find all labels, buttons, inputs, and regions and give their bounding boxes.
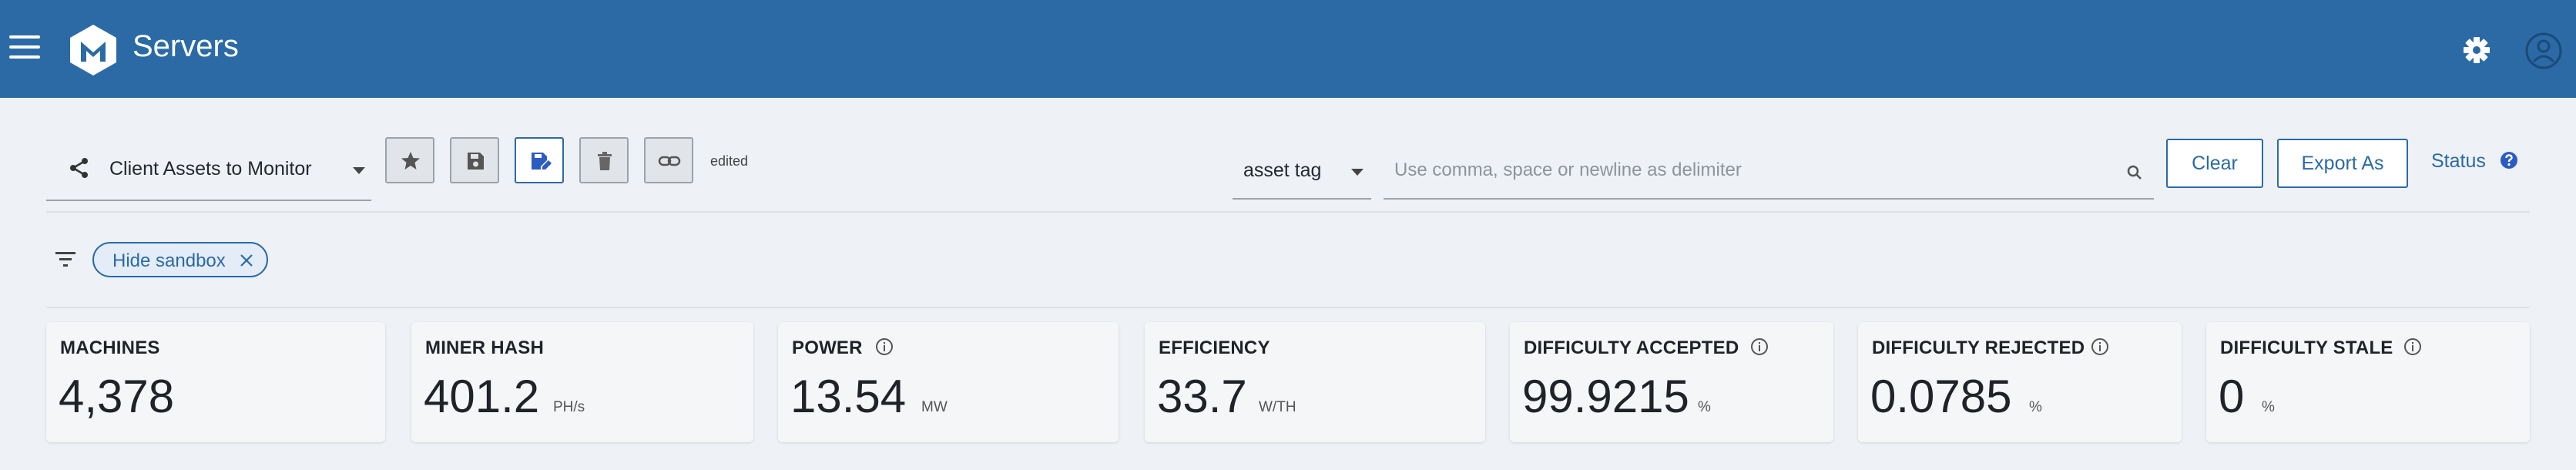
metric-value: 99.9215	[1522, 371, 1689, 422]
page-title: Servers	[132, 29, 239, 63]
info-icon[interactable]	[875, 337, 894, 356]
metric-title: EFFICIENCY	[1159, 337, 1270, 358]
link-icon	[658, 156, 681, 166]
metric-title: DIFFICULTY STALE	[2220, 337, 2393, 358]
metric-card-difficulty-accepted: DIFFICULTY ACCEPTED 99.9215 %	[1510, 322, 1833, 442]
metric-unit: PH/s	[553, 399, 585, 415]
chevron-down-icon	[1351, 169, 1363, 176]
save-as-view-button[interactable]	[515, 137, 564, 183]
help-icon[interactable]	[2499, 150, 2519, 170]
search-input[interactable]	[1393, 155, 2089, 186]
metric-card-difficulty-rejected: DIFFICULTY REJECTED 0.0785 %	[1858, 322, 2182, 442]
save-as-icon	[532, 153, 552, 170]
info-icon[interactable]	[2403, 337, 2422, 356]
metric-card-efficiency: EFFICIENCY 33.7 W/TH	[1145, 322, 1485, 442]
metric-unit: %	[2262, 399, 2275, 415]
chevron-down-icon	[353, 167, 365, 174]
user-icon[interactable]	[2524, 31, 2564, 71]
copy-link-button[interactable]	[644, 137, 693, 183]
metric-card-machines: MACHINES 4,378	[46, 322, 385, 442]
metric-card-difficulty-stale: DIFFICULTY STALE 0 %	[2206, 322, 2530, 442]
edited-indicator: edited	[710, 153, 749, 169]
toolbar-divider	[46, 211, 2530, 213]
info-icon[interactable]	[1750, 337, 1769, 356]
filter-icon[interactable]	[54, 250, 77, 268]
metric-value: 401.2	[424, 371, 540, 422]
metric-value: 0	[2219, 371, 2245, 422]
metric-unit: W/TH	[1259, 399, 1296, 415]
metric-value: 33.7	[1157, 371, 1247, 422]
star-icon	[401, 152, 420, 170]
metric-title: MACHINES	[60, 337, 160, 358]
metric-title: MINER HASH	[425, 337, 545, 358]
metric-value: 0.0785	[1870, 371, 2012, 422]
view-toolbar: Client Assets to Monitor edited asset ta…	[0, 98, 2576, 213]
logo-icon	[70, 25, 116, 76]
info-icon[interactable]	[2091, 337, 2109, 356]
top-app-bar: Servers	[0, 0, 2576, 98]
save-icon	[468, 153, 484, 170]
metric-card-power: POWER 13.54 MW	[778, 322, 1119, 442]
share-icon	[70, 158, 88, 178]
search-icon[interactable]	[2126, 164, 2143, 181]
clear-button[interactable]: Clear	[2166, 139, 2263, 188]
filter-divider	[46, 307, 2530, 308]
status-link[interactable]: Status	[2431, 150, 2486, 173]
saved-view-select[interactable]: Client Assets to Monitor	[46, 141, 371, 201]
search-box	[1384, 144, 2154, 200]
metric-title: DIFFICULTY ACCEPTED	[1524, 337, 1739, 358]
metric-unit: %	[2029, 399, 2042, 415]
save-view-button[interactable]	[450, 137, 499, 183]
gear-icon[interactable]	[2457, 31, 2496, 69]
export-as-button[interactable]: Export As	[2277, 139, 2408, 188]
metric-unit: %	[1698, 399, 1711, 415]
filter-chip-hide-sandbox[interactable]: Hide sandbox	[92, 242, 268, 277]
filter-row: Hide sandbox	[0, 231, 2576, 293]
menu-icon[interactable]	[9, 35, 40, 62]
metric-title: POWER	[792, 337, 863, 358]
close-icon[interactable]	[239, 253, 254, 268]
search-field-select[interactable]: asset tag	[1233, 144, 1371, 200]
delete-view-button[interactable]	[579, 137, 629, 183]
search-field-label: asset tag	[1243, 159, 1322, 181]
metric-value: 4,378	[59, 371, 175, 422]
metric-card-miner-hash: MINER HASH 401.2 PH/s	[411, 322, 753, 442]
trash-icon	[598, 152, 612, 170]
metric-title: DIFFICULTY REJECTED	[1872, 337, 2085, 358]
metric-value: 13.54	[790, 371, 907, 422]
metric-unit: MW	[921, 399, 948, 415]
filter-chip-label: Hide sandbox	[112, 250, 226, 271]
saved-view-label: Client Assets to Monitor	[109, 158, 312, 180]
favorite-button[interactable]	[385, 137, 434, 183]
